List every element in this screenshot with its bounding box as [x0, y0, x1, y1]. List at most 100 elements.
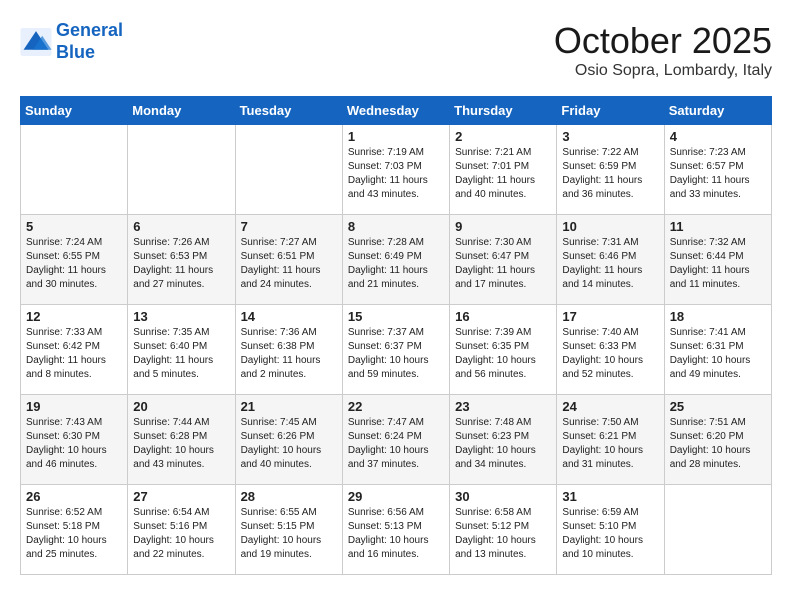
calendar-cell: 20 Sunrise: 7:44 AM Sunset: 6:28 PM Dayli…: [128, 395, 235, 485]
calendar-cell: 1 Sunrise: 7:19 AM Sunset: 7:03 PM Daylig…: [342, 125, 449, 215]
calendar-cell: 3Sunrise: 7:22 AM Sunset: 6:59 PM Daylig…: [557, 125, 664, 215]
day-number: 12: [26, 309, 122, 324]
day-number: 8: [348, 219, 444, 234]
day-info: Sunrise: 7:47 AM Sunset: 6:24 PM Dayligh…: [348, 416, 444, 472]
calendar-cell: 10 Sunrise: 7:31 AM Sunset: 6:46 PM Dayli…: [557, 215, 664, 305]
day-number: 9: [455, 219, 551, 234]
day-headers-row: SundayMondayTuesdayWednesdayThursdayFrid…: [21, 97, 772, 125]
col-header-wednesday: Wednesday: [342, 97, 449, 125]
day-number: 2: [455, 129, 551, 144]
day-number: 27: [133, 489, 229, 504]
day-info: Sunrise: 6:58 AM Sunset: 5:12 PM Dayligh…: [455, 506, 551, 562]
day-info: Sunrise: 7:43 AM Sunset: 6:30 PM Dayligh…: [26, 416, 122, 472]
day-info: Sunrise: 7:30 AM Sunset: 6:47 PM Dayligh…: [455, 236, 551, 292]
day-number: 20: [133, 399, 229, 414]
calendar-header: SundayMondayTuesdayWednesdayThursdayFrid…: [21, 97, 772, 125]
day-number: 30: [455, 489, 551, 504]
calendar-week-5: 26 Sunrise: 6:52 AM Sunset: 5:18 PM Dayli…: [21, 485, 772, 575]
day-info: Sunrise: 7:31 AM Sunset: 6:46 PM Dayligh…: [562, 236, 658, 292]
calendar-cell: 25 Sunrise: 7:51 AM Sunset: 6:20 PM Dayli…: [664, 395, 771, 485]
day-info: Sunrise: 7:51 AM Sunset: 6:20 PM Dayligh…: [670, 416, 766, 472]
day-number: 16: [455, 309, 551, 324]
calendar-week-1: 1 Sunrise: 7:19 AM Sunset: 7:03 PM Daylig…: [21, 125, 772, 215]
calendar-cell: [664, 485, 771, 575]
col-header-friday: Friday: [557, 97, 664, 125]
day-info: Sunrise: 7:44 AM Sunset: 6:28 PM Dayligh…: [133, 416, 229, 472]
calendar-cell: 22Sunrise: 7:47 AM Sunset: 6:24 PM Dayli…: [342, 395, 449, 485]
calendar-cell: 2 Sunrise: 7:21 AM Sunset: 7:01 PM Daylig…: [450, 125, 557, 215]
logo-line1: General: [56, 20, 123, 40]
day-info: Sunrise: 6:54 AM Sunset: 5:16 PM Dayligh…: [133, 506, 229, 562]
logo-line2: Blue: [56, 42, 95, 62]
day-info: Sunrise: 7:48 AM Sunset: 6:23 PM Dayligh…: [455, 416, 551, 472]
day-info: Sunrise: 6:55 AM Sunset: 5:15 PM Dayligh…: [241, 506, 337, 562]
calendar-cell: 12 Sunrise: 7:33 AM Sunset: 6:42 PM Dayli…: [21, 305, 128, 395]
calendar-cell: 19Sunrise: 7:43 AM Sunset: 6:30 PM Dayli…: [21, 395, 128, 485]
calendar-cell: 16 Sunrise: 7:39 AM Sunset: 6:35 PM Dayli…: [450, 305, 557, 395]
day-info: Sunrise: 7:24 AM Sunset: 6:55 PM Dayligh…: [26, 236, 122, 292]
day-number: 4: [670, 129, 766, 144]
calendar-cell: 23Sunrise: 7:48 AM Sunset: 6:23 PM Dayli…: [450, 395, 557, 485]
day-number: 25: [670, 399, 766, 414]
day-info: Sunrise: 7:19 AM Sunset: 7:03 PM Dayligh…: [348, 146, 444, 202]
day-number: 24: [562, 399, 658, 414]
calendar-week-3: 12 Sunrise: 7:33 AM Sunset: 6:42 PM Dayli…: [21, 305, 772, 395]
calendar-cell: 15 Sunrise: 7:37 AM Sunset: 6:37 PM Dayli…: [342, 305, 449, 395]
day-info: Sunrise: 7:35 AM Sunset: 6:40 PM Dayligh…: [133, 326, 229, 382]
day-number: 13: [133, 309, 229, 324]
location: Osio Sopra, Lombardy, Italy: [554, 62, 772, 80]
col-header-sunday: Sunday: [21, 97, 128, 125]
calendar-table: SundayMondayTuesdayWednesdayThursdayFrid…: [20, 96, 772, 575]
day-info: Sunrise: 7:37 AM Sunset: 6:37 PM Dayligh…: [348, 326, 444, 382]
calendar-cell: 18Sunrise: 7:41 AM Sunset: 6:31 PM Dayli…: [664, 305, 771, 395]
calendar-cell: 5 Sunrise: 7:24 AM Sunset: 6:55 PM Daylig…: [21, 215, 128, 305]
calendar-cell: 21 Sunrise: 7:45 AM Sunset: 6:26 PM Dayli…: [235, 395, 342, 485]
day-number: 26: [26, 489, 122, 504]
day-number: 10: [562, 219, 658, 234]
page-header: General Blue October 2025 Osio Sopra, Lo…: [20, 20, 772, 80]
day-info: Sunrise: 7:45 AM Sunset: 6:26 PM Dayligh…: [241, 416, 337, 472]
day-info: Sunrise: 6:52 AM Sunset: 5:18 PM Dayligh…: [26, 506, 122, 562]
day-number: 17: [562, 309, 658, 324]
calendar-cell: 24Sunrise: 7:50 AM Sunset: 6:21 PM Dayli…: [557, 395, 664, 485]
col-header-tuesday: Tuesday: [235, 97, 342, 125]
calendar-cell: 17Sunrise: 7:40 AM Sunset: 6:33 PM Dayli…: [557, 305, 664, 395]
title-block: October 2025 Osio Sopra, Lombardy, Italy: [554, 20, 772, 80]
calendar-cell: 13 Sunrise: 7:35 AM Sunset: 6:40 PM Dayli…: [128, 305, 235, 395]
calendar-cell: 11 Sunrise: 7:32 AM Sunset: 6:44 PM Dayli…: [664, 215, 771, 305]
calendar-cell: 9 Sunrise: 7:30 AM Sunset: 6:47 PM Daylig…: [450, 215, 557, 305]
day-info: Sunrise: 7:32 AM Sunset: 6:44 PM Dayligh…: [670, 236, 766, 292]
day-number: 1: [348, 129, 444, 144]
logo: General Blue: [20, 20, 123, 63]
logo-icon: [20, 28, 52, 56]
month-title: October 2025: [554, 20, 772, 62]
day-info: Sunrise: 7:33 AM Sunset: 6:42 PM Dayligh…: [26, 326, 122, 382]
day-number: 11: [670, 219, 766, 234]
logo-text: General Blue: [56, 20, 123, 63]
calendar-cell: [235, 125, 342, 215]
day-number: 18: [670, 309, 766, 324]
calendar-cell: 30 Sunrise: 6:58 AM Sunset: 5:12 PM Dayli…: [450, 485, 557, 575]
day-info: Sunrise: 7:39 AM Sunset: 6:35 PM Dayligh…: [455, 326, 551, 382]
calendar-cell: [128, 125, 235, 215]
calendar-cell: [21, 125, 128, 215]
col-header-monday: Monday: [128, 97, 235, 125]
day-number: 21: [241, 399, 337, 414]
day-info: Sunrise: 7:22 AM Sunset: 6:59 PM Dayligh…: [562, 146, 658, 202]
calendar-cell: 27 Sunrise: 6:54 AM Sunset: 5:16 PM Dayli…: [128, 485, 235, 575]
day-info: Sunrise: 7:28 AM Sunset: 6:49 PM Dayligh…: [348, 236, 444, 292]
day-number: 28: [241, 489, 337, 504]
calendar-cell: 4 Sunrise: 7:23 AM Sunset: 6:57 PM Daylig…: [664, 125, 771, 215]
col-header-thursday: Thursday: [450, 97, 557, 125]
day-info: Sunrise: 6:56 AM Sunset: 5:13 PM Dayligh…: [348, 506, 444, 562]
day-number: 31: [562, 489, 658, 504]
day-info: Sunrise: 6:59 AM Sunset: 5:10 PM Dayligh…: [562, 506, 658, 562]
col-header-saturday: Saturday: [664, 97, 771, 125]
day-number: 5: [26, 219, 122, 234]
day-number: 15: [348, 309, 444, 324]
day-info: Sunrise: 7:36 AM Sunset: 6:38 PM Dayligh…: [241, 326, 337, 382]
day-info: Sunrise: 7:23 AM Sunset: 6:57 PM Dayligh…: [670, 146, 766, 202]
day-info: Sunrise: 7:21 AM Sunset: 7:01 PM Dayligh…: [455, 146, 551, 202]
calendar-week-2: 5 Sunrise: 7:24 AM Sunset: 6:55 PM Daylig…: [21, 215, 772, 305]
day-number: 7: [241, 219, 337, 234]
